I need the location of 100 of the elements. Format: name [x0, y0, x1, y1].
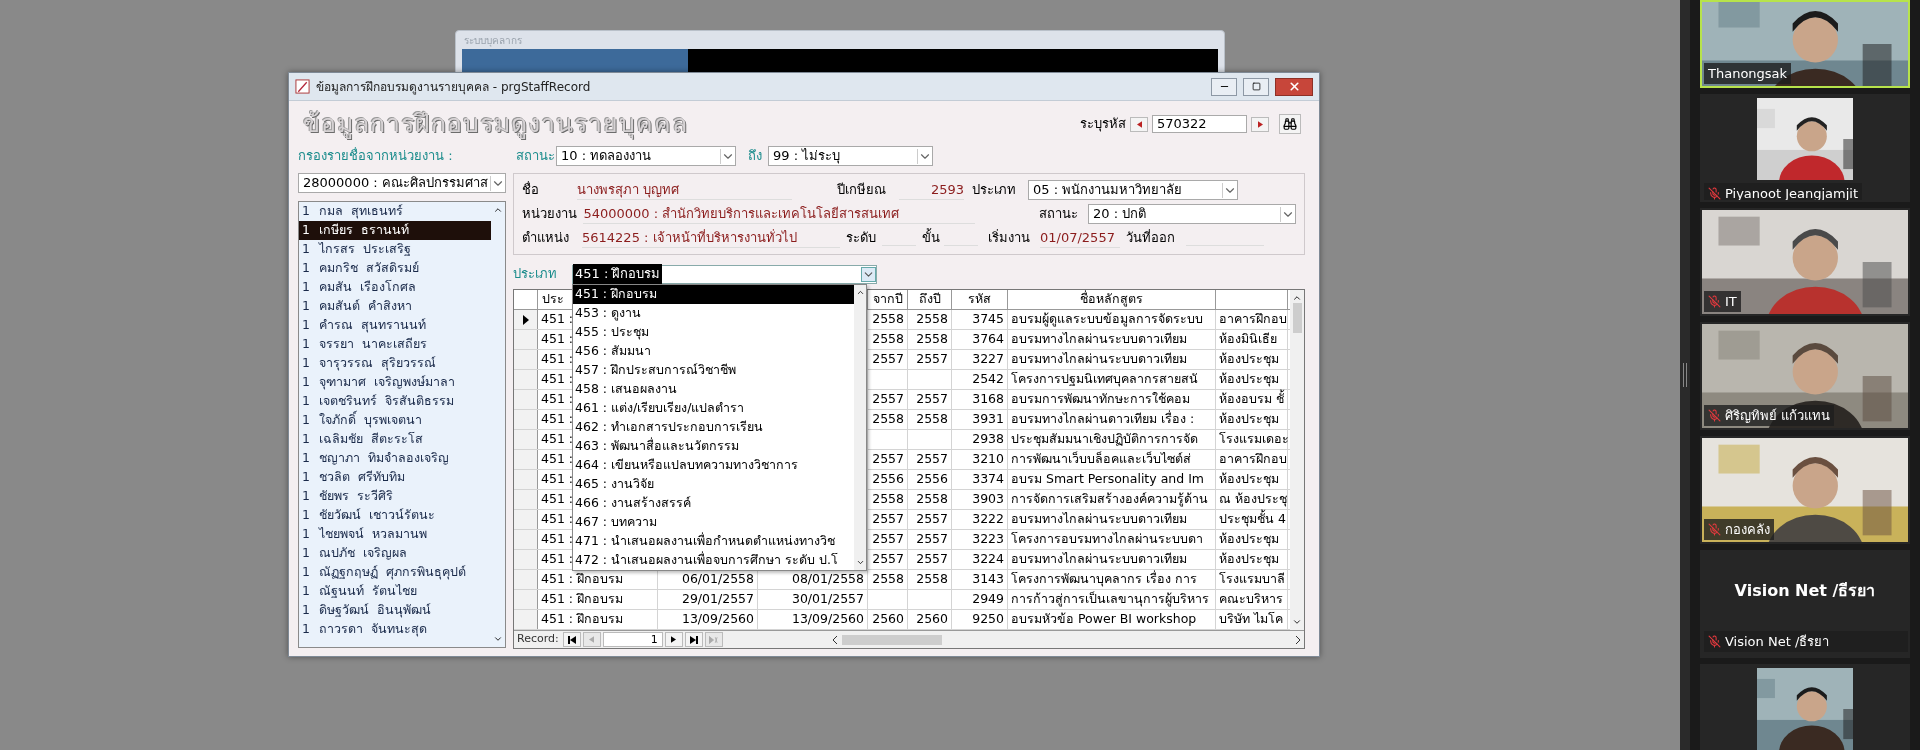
- table-cell: 2557: [916, 550, 948, 569]
- type-combo[interactable]: 451 : ฝึกอบรม: [572, 264, 877, 284]
- video-tile[interactable]: [1700, 664, 1910, 750]
- next-button[interactable]: [1251, 116, 1269, 132]
- dropdown-option[interactable]: 456 : สัมมนา: [573, 342, 854, 361]
- dropdown-option[interactable]: 462 : ทำเอกสารประกอบการเรียน: [573, 418, 854, 437]
- column-header[interactable]: จากปี: [872, 290, 903, 309]
- staff-row[interactable]: 1 คมสัน เรืองโกศล: [299, 278, 491, 297]
- field-label: ระดับ: [846, 229, 877, 248]
- staff-name: เกษียร ธรานนท์: [319, 221, 409, 240]
- video-tile[interactable]: IT: [1700, 208, 1910, 316]
- previous-button[interactable]: [1130, 116, 1148, 132]
- dropdown-option[interactable]: 457 : ฝึกประสบการณ์วิชาชีพ: [573, 361, 854, 380]
- last-record-button[interactable]: [684, 632, 703, 647]
- dropdown-option[interactable]: 451 : ฝึกอบรม: [573, 285, 854, 304]
- field-label: ประเภท: [972, 181, 1017, 200]
- column-header[interactable]: ถึงปี: [918, 290, 941, 309]
- staff-row[interactable]: 1 เจตชรินทร์ จิรสันติธรรม: [299, 392, 491, 411]
- staff-row[interactable]: 1 ชัยวัฒน์ เชาวน์รัตนะ: [299, 506, 491, 525]
- dropdown-option[interactable]: 467 : บทความ: [573, 513, 854, 532]
- close-button[interactable]: [1275, 77, 1313, 96]
- staff-row[interactable]: 1 ชวลิต ศรีทับทิม: [299, 468, 491, 487]
- video-tile[interactable]: ศิริญทิพย์ แก้วแทน: [1700, 322, 1910, 430]
- dropdown-option[interactable]: 465 : งานวิจัย: [573, 475, 854, 494]
- table-cell: บริษัท ไมโค: [1219, 610, 1283, 629]
- staff-row[interactable]: 1 ถาวรดา จันทนะสุด: [299, 620, 491, 639]
- table-cell: อบรมทางไกลผ่านระบบดาวเทียม: [1011, 550, 1187, 569]
- table-cell: 3931: [972, 410, 1004, 429]
- staff-row[interactable]: 1 ณัฐนนท์ รัตนไชย: [299, 582, 491, 601]
- minimize-button[interactable]: [1211, 77, 1237, 96]
- staff-row[interactable]: 1 ใจภักดิ์ บุรพเจตนา: [299, 411, 491, 430]
- dropdown-option[interactable]: 455 : ประชุม: [573, 323, 854, 342]
- staff-name: ชัยวัฒน์ เชาวน์รัตนะ: [319, 506, 435, 525]
- record-field[interactable]: 1: [602, 632, 663, 647]
- staff-name: จารุวรรณ สุริยวรรณ์: [319, 354, 436, 373]
- video-tile[interactable]: Thanongsak: [1700, 0, 1910, 88]
- staff-row[interactable]: 1 ณัฏฐกฤษฏ์ ศุภกรพินธุคุปต์: [299, 563, 491, 582]
- dropdown-option[interactable]: 464 : เขียนหรือแปลบทความทางวิชาการ: [573, 456, 854, 475]
- row-selector[interactable]: [514, 310, 538, 329]
- staff-row[interactable]: 1 จุฑามาศ เจริญพงษ์มาลา: [299, 373, 491, 392]
- table-cell: 451 :: [541, 490, 574, 509]
- staff-row[interactable]: 1 ไชยพจน์ หวลมานพ: [299, 525, 491, 544]
- staff-row[interactable]: 1 ชัยพร ระวีศิริ: [299, 487, 491, 506]
- video-tile[interactable]: กองคลัง: [1700, 436, 1910, 544]
- scrollbar[interactable]: [854, 285, 866, 570]
- staff-row[interactable]: 1 ดิษฐวัฒน์ อินนุพัฒน์: [299, 601, 491, 620]
- staff-row[interactable]: 1 คมสันต์ คำสิงหา: [299, 297, 491, 316]
- column-header[interactable]: ประ: [542, 290, 564, 309]
- resize-handle[interactable]: [1683, 363, 1687, 387]
- dropdown-option[interactable]: 466 : งานสร้างสรรค์: [573, 494, 854, 513]
- staff-row[interactable]: 1 กมล สุทเธนทร์: [299, 202, 491, 221]
- staff-row[interactable]: 1 จรรยา นาคะเสถียร: [299, 335, 491, 354]
- participant-name: Piyanoot Jeangjamjit: [1725, 185, 1859, 200]
- status-from-combo[interactable]: 10 : ทดลองงาน: [556, 146, 736, 166]
- staff-row[interactable]: 1 ชญาภา ทิมจำลองเจริญ: [299, 449, 491, 468]
- staff-row[interactable]: 1 ณปภัช เจริญผล: [299, 544, 491, 563]
- first-record-button[interactable]: [562, 632, 581, 647]
- find-button[interactable]: [1279, 114, 1301, 134]
- table-cell: โครงการพัฒนาบุคลากร เรื่อง การ: [1011, 570, 1197, 589]
- staff-list[interactable]: [298, 201, 506, 648]
- staff-name: เจตชรินทร์ จิรสันติธรรม: [319, 392, 454, 410]
- table-cell: 3903: [972, 490, 1004, 509]
- first-icon: [567, 635, 576, 644]
- scroll-thumb[interactable]: [842, 634, 942, 645]
- maximize-button[interactable]: [1243, 77, 1269, 96]
- department-combo[interactable]: 28000000 : คณะศิลปกรรมศาส: [298, 173, 506, 193]
- staff-row[interactable]: 1 เกษียร ธรานนท์: [299, 221, 491, 240]
- dropdown-option[interactable]: 472 : นำเสนอผลงานเพื่อจบการศึกษา ระดับ ป.โ: [573, 551, 854, 570]
- table-cell: โรงแรมเดอะ: [1219, 430, 1289, 449]
- staff-status-combo[interactable]: 20 : ปกติ: [1088, 204, 1296, 224]
- dropdown-option[interactable]: 461 : แต่ง/เรียบเรียง/แปลตำรา: [573, 399, 854, 418]
- dropdown-option[interactable]: 458 : เสนอผลงาน: [573, 380, 854, 399]
- staff-number: 1: [301, 316, 311, 335]
- status-to-combo[interactable]: 99 : ไม่ระบุ: [768, 146, 933, 166]
- code-field[interactable]: 570322: [1152, 115, 1247, 133]
- video-tile[interactable]: Piyanoot Jeangjamjit: [1700, 94, 1910, 202]
- dropdown-option[interactable]: 471 : นำเสนอผลงานเพื่อกำหนดตำแหน่งทางวิช: [573, 532, 854, 551]
- record-label: Record:: [517, 631, 559, 648]
- staff-row[interactable]: 1 คำรณ สุนทรานนท์: [299, 316, 491, 335]
- scrollbar[interactable]: [1290, 290, 1304, 630]
- table-cell: 451 :: [541, 530, 574, 549]
- staff-name: ชญาภา ทิมจำลองเจริญ: [319, 449, 449, 468]
- table-cell: 451 :: [541, 550, 574, 569]
- dropdown-option[interactable]: 453 : ดูงาน: [573, 304, 854, 323]
- column-header[interactable]: รหัส: [968, 290, 991, 309]
- staff-row[interactable]: 1 ไกรสร ประเสริฐ: [299, 240, 491, 259]
- staff-name: คำรณ สุนทรานนท์: [319, 316, 426, 335]
- right-triangle-icon: [671, 636, 677, 643]
- chevron-down-icon: [855, 558, 865, 567]
- next-record-button[interactable]: [664, 632, 683, 647]
- staff-type-combo[interactable]: 05 : พนักงานมหาวิทยาลัย: [1028, 180, 1238, 200]
- column-header[interactable]: ชื่อหลักสูตร: [1080, 290, 1143, 309]
- staff-number: 1: [301, 449, 311, 468]
- video-tile[interactable]: Vision Net /ธีรยา Vision Net /ธีรยา: [1700, 550, 1910, 658]
- dropdown-option[interactable]: 463 : พัฒนาสื่อและนวัตกรรม: [573, 437, 854, 456]
- staff-row[interactable]: 1 จารุวรรณ สุริยวรรณ์: [299, 354, 491, 373]
- staff-row[interactable]: 1 เฉลิมชัย สีตะระโส: [299, 430, 491, 449]
- scroll-thumb[interactable]: [1292, 303, 1302, 333]
- staff-row[interactable]: 1 คมกริช สวัสดิรมย์: [299, 259, 491, 278]
- dropdown-list[interactable]: [572, 284, 867, 571]
